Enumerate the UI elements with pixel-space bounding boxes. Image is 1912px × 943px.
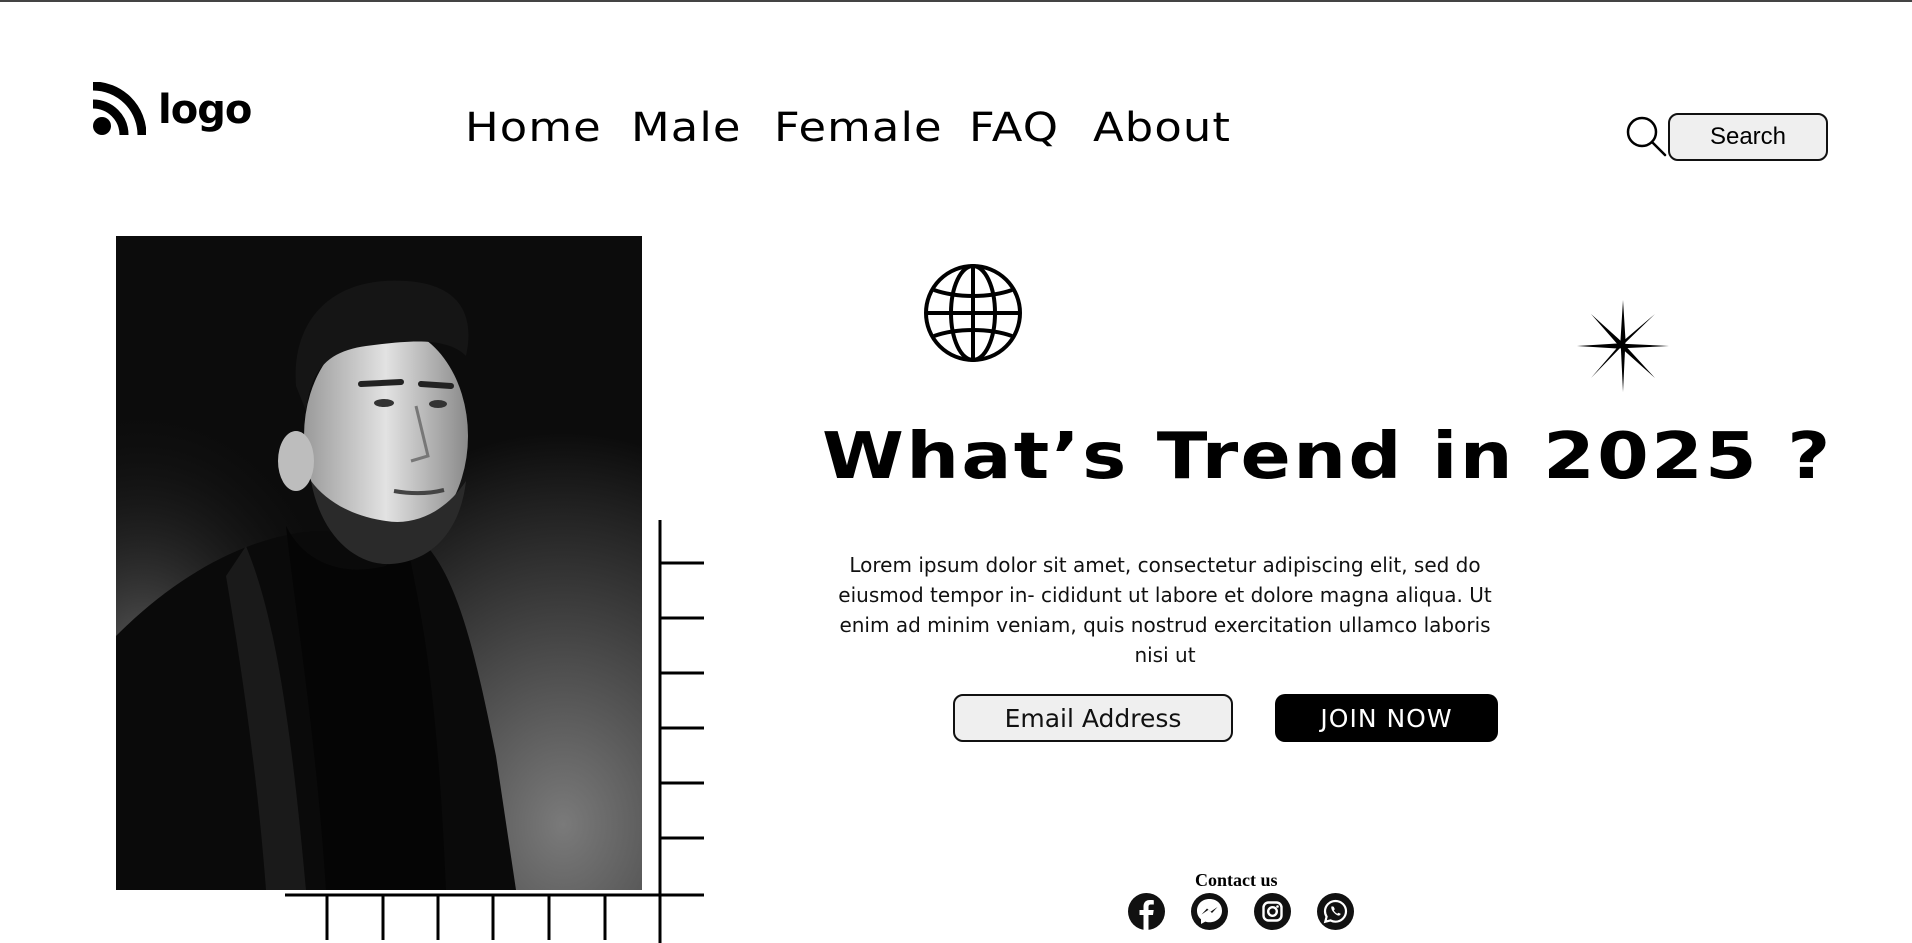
search-icon[interactable] — [1625, 115, 1667, 157]
messenger-icon[interactable] — [1191, 893, 1228, 930]
facebook-icon[interactable] — [1128, 893, 1165, 930]
contact-label: Contact us — [1195, 870, 1278, 890]
nav-faq[interactable]: FAQ — [969, 105, 1059, 151]
hero-paragraph: Lorem ipsum dolor sit amet, consectetur … — [838, 553, 1492, 667]
logo-text: logo — [158, 87, 252, 133]
whatsapp-icon[interactable] — [1317, 893, 1354, 930]
grid-lines-decoration — [285, 520, 704, 943]
join-now-button[interactable]: JOIN NOW — [1275, 694, 1498, 742]
logo[interactable]: logo — [90, 82, 252, 138]
social-links — [1128, 893, 1354, 930]
hero-headline: What’s Trend in 2025 ? — [822, 420, 1833, 494]
main-nav: Home Male Female FAQ About — [465, 105, 1230, 151]
sparkle-star-icon — [1577, 300, 1669, 392]
email-input[interactable] — [953, 694, 1233, 742]
instagram-icon[interactable] — [1254, 893, 1291, 930]
nav-about[interactable]: About — [1093, 105, 1231, 151]
search-button[interactable]: Search — [1668, 113, 1828, 161]
globe-icon — [924, 264, 1022, 362]
nav-female[interactable]: Female — [774, 105, 943, 151]
nav-male[interactable]: Male — [631, 105, 742, 151]
top-border — [0, 0, 1912, 2]
wifi-logo-icon — [92, 82, 146, 136]
nav-home[interactable]: Home — [465, 105, 602, 151]
